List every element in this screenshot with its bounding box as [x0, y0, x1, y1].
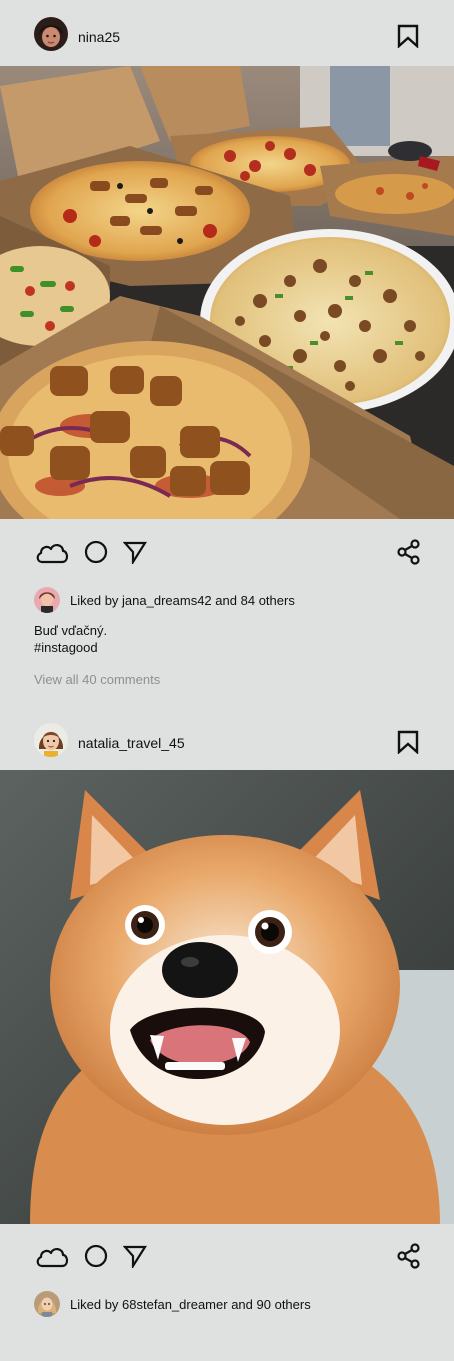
post-1: nina25 Liked by jana_dreams42 and 84 oth… [0, 0, 454, 700]
post-actions [0, 1228, 454, 1288]
post-actions [0, 524, 454, 584]
user-avatar[interactable] [34, 17, 68, 51]
share-icon[interactable] [396, 539, 422, 570]
liker-username[interactable]: 68stefan_dreamer [122, 1297, 228, 1312]
post-2: natalia_travel_45 Liked by 68stefan_drea… [0, 706, 454, 1361]
likes-others[interactable]: 90 others [257, 1297, 311, 1312]
circle-icon[interactable] [84, 1244, 108, 1273]
share-icon[interactable] [396, 1243, 422, 1274]
user-avatar[interactable] [34, 723, 68, 757]
liker-avatar[interactable] [34, 587, 60, 613]
send-icon[interactable] [122, 540, 147, 569]
likes-and: and [231, 1297, 253, 1312]
likes-and: and [215, 593, 237, 608]
circle-icon[interactable] [84, 540, 108, 569]
likes-text: Liked by jana_dreams42 and 84 others [70, 593, 295, 608]
cloud-icon[interactable] [34, 539, 70, 570]
caption-hashtag[interactable]: #instagood [34, 639, 98, 657]
likes-row: Liked by jana_dreams42 and 84 others [0, 587, 454, 615]
post-image[interactable] [0, 66, 454, 519]
username[interactable]: nina25 [78, 29, 120, 45]
username[interactable]: natalia_travel_45 [78, 735, 185, 751]
post-header: natalia_travel_45 [0, 706, 454, 772]
likes-prefix: Liked by [70, 593, 119, 608]
likes-others[interactable]: 84 others [241, 593, 295, 608]
post-image[interactable] [0, 770, 454, 1224]
send-icon[interactable] [122, 1244, 147, 1273]
caption-line-1: Buď vďačný. [34, 623, 108, 638]
bookmark-icon[interactable] [397, 24, 419, 49]
view-comments-link[interactable]: View all 40 comments [34, 672, 160, 687]
liker-username[interactable]: jana_dreams42 [122, 593, 212, 608]
post-header: nina25 [0, 0, 454, 66]
liker-avatar[interactable] [34, 1291, 60, 1317]
bookmark-icon[interactable] [397, 730, 419, 755]
likes-row: Liked by 68stefan_dreamer and 90 others [0, 1291, 454, 1319]
likes-prefix: Liked by [70, 1297, 119, 1312]
likes-text: Liked by 68stefan_dreamer and 90 others [70, 1297, 311, 1312]
cloud-icon[interactable] [34, 1243, 70, 1274]
